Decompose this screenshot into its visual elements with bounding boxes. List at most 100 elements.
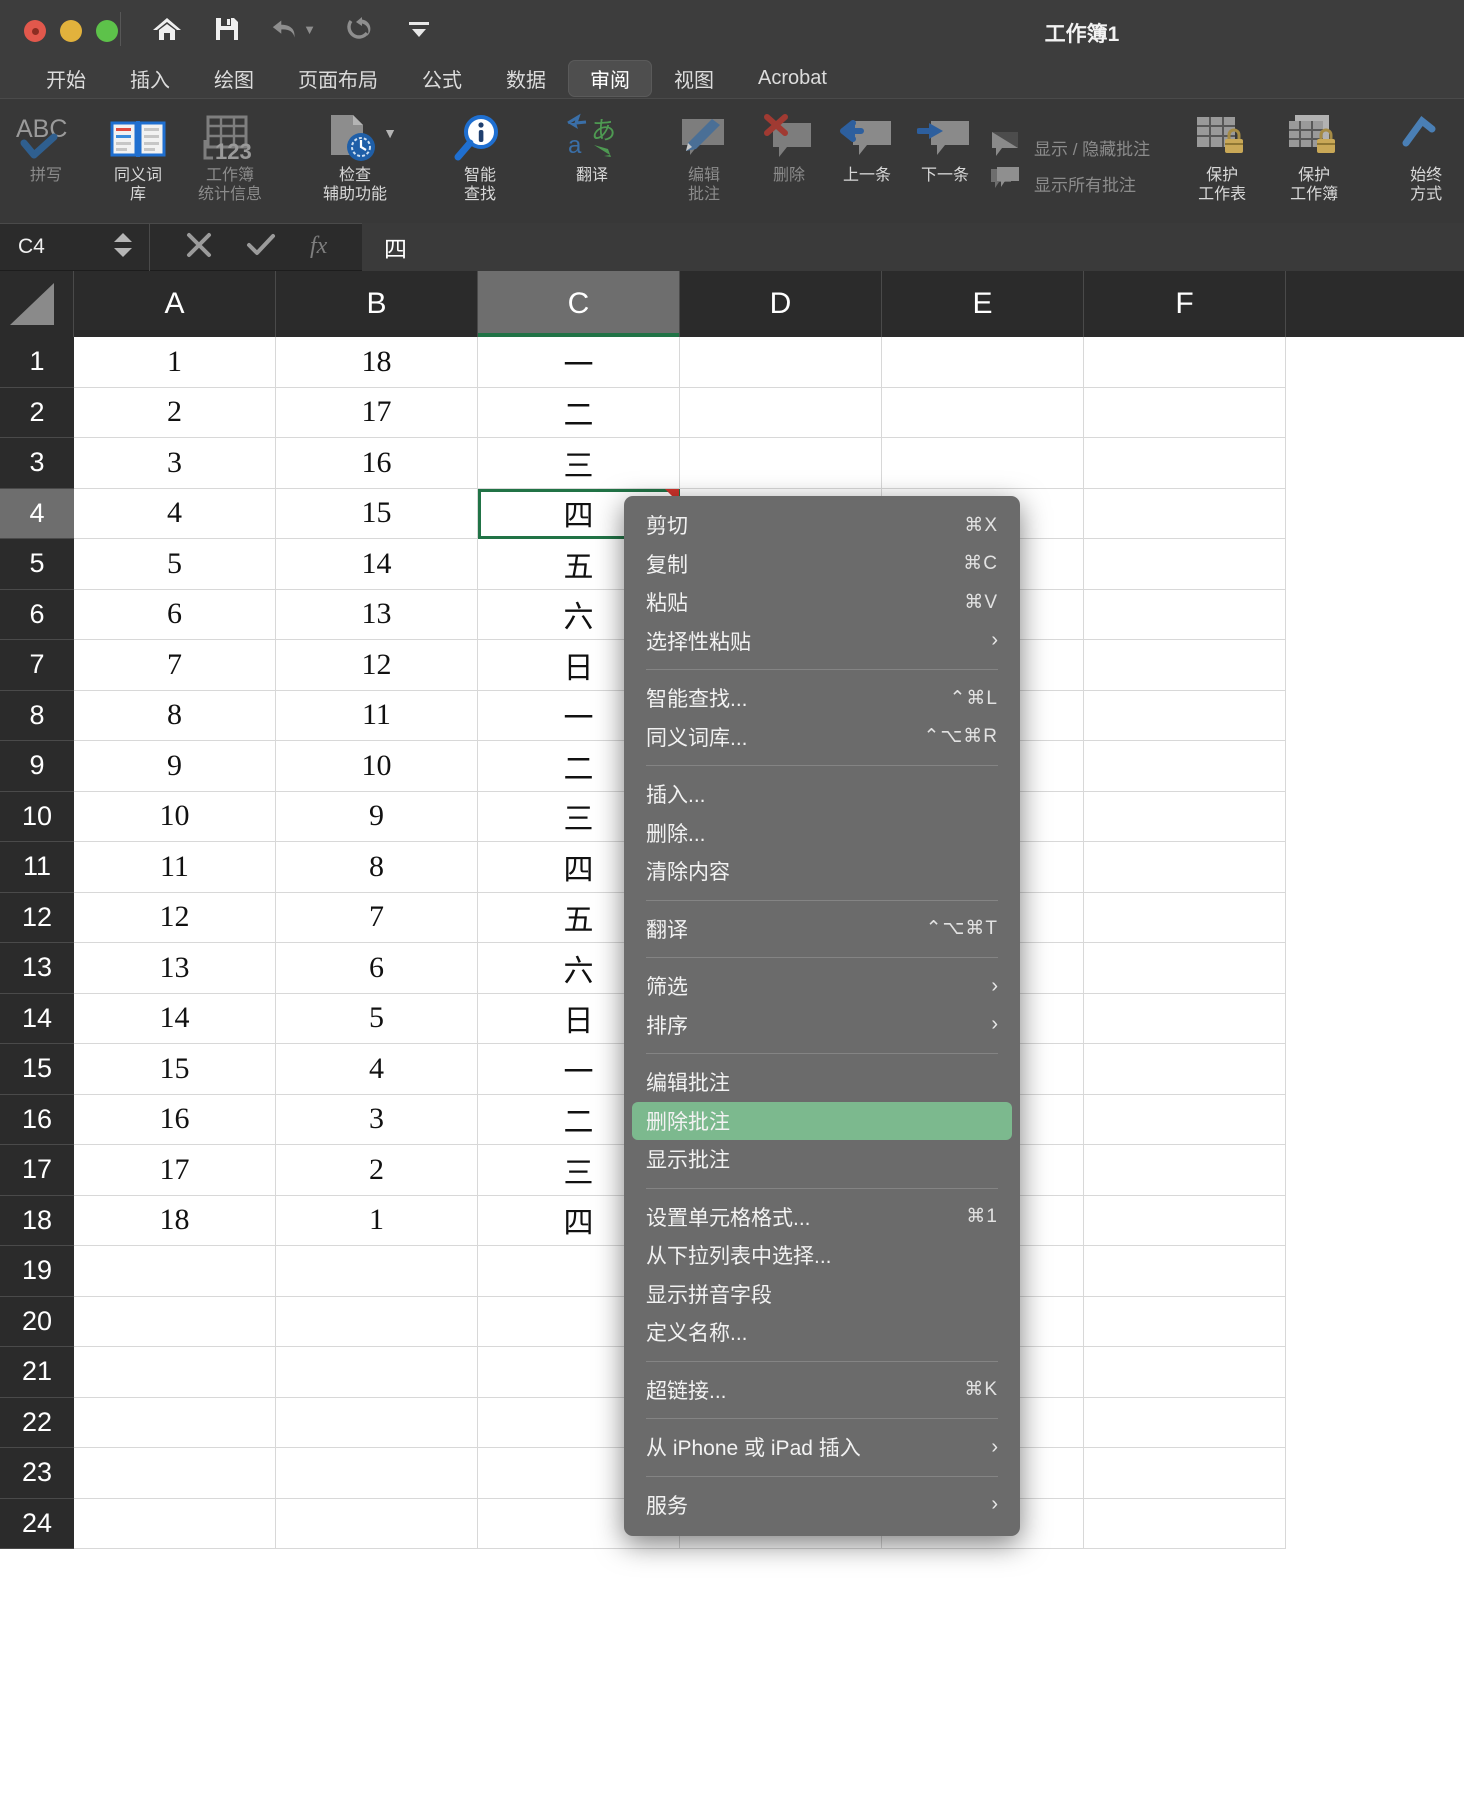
fx-icon[interactable]: fx [310, 231, 340, 264]
cell-F23[interactable] [1084, 1448, 1286, 1499]
row-header-22[interactable]: 22 [0, 1397, 74, 1448]
menu-item-6[interactable]: 同义词库... ⌃⌥⌘R [624, 718, 1020, 757]
name-box-stepper[interactable] [113, 232, 133, 258]
ribbon-button-protect-sheet[interactable]: 保护 工作表 [1176, 105, 1268, 217]
row-header-5[interactable]: 5 [0, 539, 74, 590]
cell-F16[interactable] [1084, 1094, 1286, 1145]
ribbon-button-workbook-statistics[interactable]: 123 工作簿 统计信息 [184, 105, 276, 217]
menu-item-17[interactable]: 编辑批注 [624, 1063, 1020, 1102]
ribbon-tab-数据[interactable]: 数据 [484, 60, 568, 97]
menu-item-18[interactable]: 删除批注 [632, 1101, 1012, 1140]
menu-item-2[interactable]: 粘贴 ⌘V [624, 583, 1020, 622]
row-header-17[interactable]: 17 [0, 1145, 74, 1196]
menu-item-8[interactable]: 插入... [624, 775, 1020, 814]
menu-item-28[interactable]: 从 iPhone 或 iPad 插入 › [624, 1428, 1020, 1467]
cell-F22[interactable] [1084, 1397, 1286, 1448]
ribbon-tab-插入[interactable]: 插入 [108, 60, 192, 97]
cell-B11[interactable]: 8 [276, 842, 478, 893]
cell-B13[interactable]: 6 [276, 943, 478, 994]
ribbon-button-delete-comment[interactable]: 删除 [750, 105, 828, 217]
cell-A3[interactable]: 3 [74, 438, 276, 489]
cell-F9[interactable] [1084, 741, 1286, 792]
cell-C3[interactable]: 三 [478, 438, 680, 489]
cell-F15[interactable] [1084, 1044, 1286, 1095]
ribbon-button-edit-comment[interactable]: 编辑 批注 [658, 105, 750, 217]
cancel-icon[interactable] [186, 232, 212, 263]
cell-B12[interactable]: 7 [276, 892, 478, 943]
row-header-7[interactable]: 7 [0, 640, 74, 691]
ribbon-button-show-hide-comment[interactable]: 显示 / 隐藏批注 [984, 129, 1156, 165]
row-header-11[interactable]: 11 [0, 842, 74, 893]
column-header-F[interactable]: F [1084, 271, 1286, 337]
cell-E3[interactable] [882, 438, 1084, 489]
menu-item-24[interactable]: 定义名称... [624, 1313, 1020, 1352]
cell-C1[interactable]: 一 [478, 337, 680, 388]
cell-B19[interactable] [276, 1246, 478, 1297]
ribbon-tab-审阅[interactable]: 审阅 [568, 59, 652, 97]
cell-A20[interactable] [74, 1296, 276, 1347]
cell-A16[interactable]: 16 [74, 1094, 276, 1145]
cell-F7[interactable] [1084, 640, 1286, 691]
menu-item-26[interactable]: 超链接... ⌘K [624, 1371, 1020, 1410]
menu-item-15[interactable]: 排序 › [624, 1006, 1020, 1045]
cell-F4[interactable] [1084, 488, 1286, 539]
ribbon-button-check-accessibility[interactable]: ▼ 检查 辅助功能 [296, 105, 414, 217]
cell-B3[interactable]: 16 [276, 438, 478, 489]
cell-A4[interactable]: 4 [74, 488, 276, 539]
menu-item-12[interactable]: 翻译 ⌃⌥⌘T [624, 910, 1020, 949]
cell-A13[interactable]: 13 [74, 943, 276, 994]
row-header-12[interactable]: 12 [0, 892, 74, 943]
row-header-4[interactable]: 4 [0, 488, 74, 539]
cell-B17[interactable]: 2 [276, 1145, 478, 1196]
column-header-E[interactable]: E [882, 271, 1084, 337]
cell-B18[interactable]: 1 [276, 1195, 478, 1246]
ribbon-tab-公式[interactable]: 公式 [400, 60, 484, 97]
cell-B24[interactable] [276, 1498, 478, 1549]
cell-A11[interactable]: 11 [74, 842, 276, 893]
column-header-A[interactable]: A [74, 271, 276, 337]
ribbon-button-translate[interactable]: a あ 翻译 [546, 105, 638, 217]
ribbon-tab-视图[interactable]: 视图 [652, 60, 736, 97]
cell-B16[interactable]: 3 [276, 1094, 478, 1145]
ribbon-button-smart-lookup[interactable]: 智能 查找 [434, 105, 526, 217]
row-header-10[interactable]: 10 [0, 791, 74, 842]
cell-A5[interactable]: 5 [74, 539, 276, 590]
cell-F2[interactable] [1084, 387, 1286, 438]
row-header-14[interactable]: 14 [0, 993, 74, 1044]
row-header-23[interactable]: 23 [0, 1448, 74, 1499]
column-header-D[interactable]: D [680, 271, 882, 337]
cell-B21[interactable] [276, 1347, 478, 1398]
cell-A9[interactable]: 9 [74, 741, 276, 792]
cell-B14[interactable]: 5 [276, 993, 478, 1044]
cell-F12[interactable] [1084, 892, 1286, 943]
row-header-13[interactable]: 13 [0, 943, 74, 994]
cell-F6[interactable] [1084, 589, 1286, 640]
ribbon-button-show-all-comments[interactable]: 显示所有批注 [984, 165, 1156, 201]
cell-A21[interactable] [74, 1347, 276, 1398]
row-header-19[interactable]: 19 [0, 1246, 74, 1297]
cell-E2[interactable] [882, 387, 1084, 438]
row-header-3[interactable]: 3 [0, 438, 74, 489]
menu-item-9[interactable]: 删除... [624, 814, 1020, 853]
cell-F18[interactable] [1084, 1195, 1286, 1246]
cell-D1[interactable] [680, 337, 882, 388]
cell-F13[interactable] [1084, 943, 1286, 994]
ribbon-tab-绘图[interactable]: 绘图 [192, 60, 276, 97]
ribbon-button-thesaurus[interactable]: 同义词库 [92, 105, 184, 217]
cell-B1[interactable]: 18 [276, 337, 478, 388]
cell-A7[interactable]: 7 [74, 640, 276, 691]
cell-D3[interactable] [680, 438, 882, 489]
cell-B23[interactable] [276, 1448, 478, 1499]
menu-item-21[interactable]: 设置单元格格式... ⌘1 [624, 1198, 1020, 1237]
cell-A8[interactable]: 8 [74, 690, 276, 741]
ribbon-button-spelling[interactable]: ABC 拼写 [0, 105, 92, 217]
cell-F1[interactable] [1084, 337, 1286, 388]
cell-B10[interactable]: 9 [276, 791, 478, 842]
cell-B22[interactable] [276, 1397, 478, 1448]
row-header-1[interactable]: 1 [0, 337, 74, 388]
cell-D2[interactable] [680, 387, 882, 438]
row-header-15[interactable]: 15 [0, 1044, 74, 1095]
cell-F21[interactable] [1084, 1347, 1286, 1398]
cell-A2[interactable]: 2 [74, 387, 276, 438]
cell-F24[interactable] [1084, 1498, 1286, 1549]
